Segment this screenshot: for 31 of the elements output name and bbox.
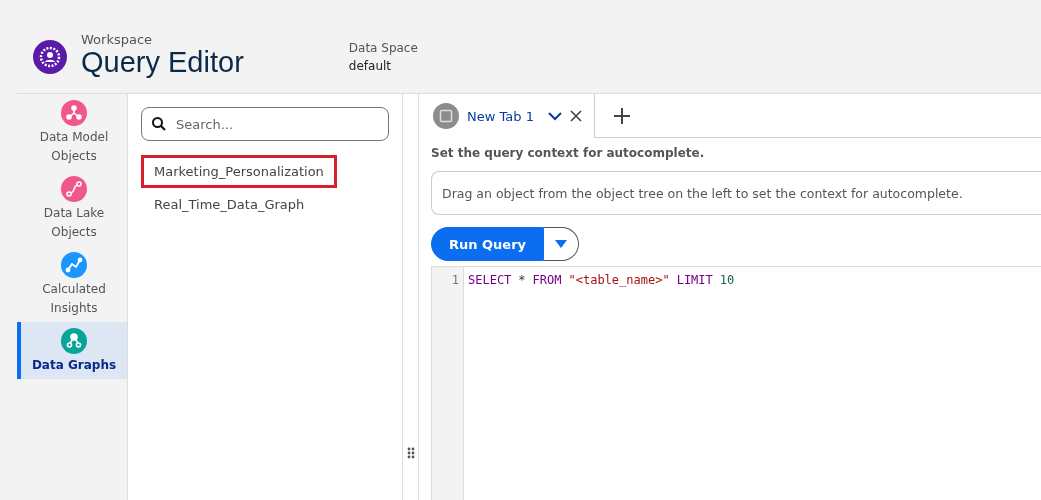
drag-handle-icon[interactable] — [406, 446, 415, 460]
data-space-value: default — [348, 59, 393, 73]
workspace-logo-icon — [33, 40, 67, 74]
tree-item[interactable]: Real_Time_Data_Graph — [141, 188, 318, 221]
run-query-button[interactable]: Run Query — [431, 227, 545, 261]
workspace-label: Workspace — [81, 32, 154, 48]
data-space-label: Data Space — [348, 41, 418, 55]
close-icon[interactable] — [569, 110, 582, 122]
search-field[interactable]: Search... — [141, 107, 389, 141]
page-title: Query Editor — [81, 47, 244, 79]
code-token: 10 — [719, 273, 735, 287]
query-tab[interactable]: New Tab 1 — [419, 94, 595, 138]
nav-item[interactable]: Calculated Insights — [17, 246, 127, 322]
code-token: SELECT — [468, 273, 512, 287]
caret-icon — [555, 240, 568, 248]
nav-item[interactable]: Data Graphs — [17, 322, 127, 379]
plus-icon — [612, 106, 631, 125]
chevron-down-icon[interactable] — [547, 111, 562, 121]
nav-item[interactable]: Data Lake Objects — [17, 170, 127, 246]
context-field[interactable]: Drag an object from the object tree on the left to set the context for autocomplete. — [431, 171, 1041, 215]
context-label: Set the query context for autocomplete. — [431, 146, 706, 160]
tab-icon — [433, 103, 459, 129]
nav-item[interactable]: Data Model Objects — [17, 94, 127, 170]
code-token: * — [518, 273, 526, 287]
code-token: LIMIT — [676, 273, 713, 287]
code-token: FROM — [532, 273, 562, 287]
tree-item[interactable]: Marketing_Personalization — [141, 155, 337, 188]
code-token: "<table_name>" — [568, 273, 670, 287]
line-number: 1 — [451, 273, 459, 287]
run-options-button[interactable] — [544, 227, 580, 261]
search-icon — [151, 116, 167, 132]
